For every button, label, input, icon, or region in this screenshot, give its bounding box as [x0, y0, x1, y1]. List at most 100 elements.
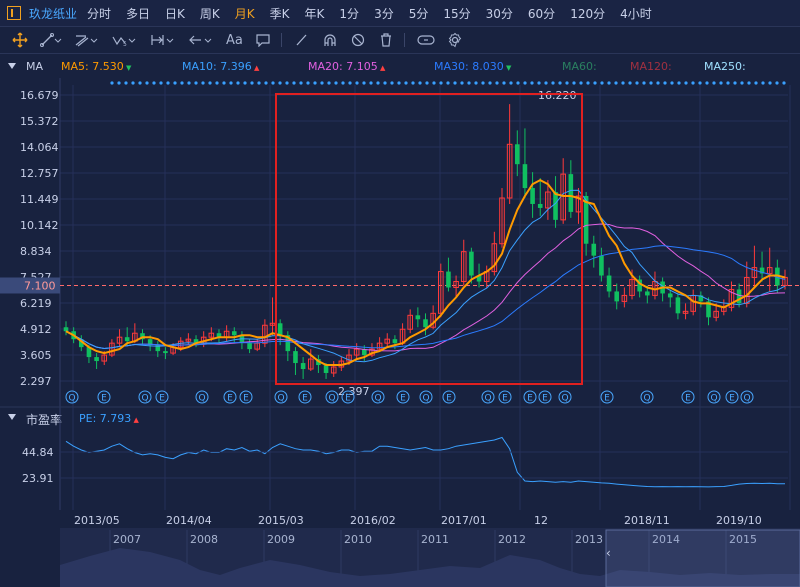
pe-line — [65, 436, 785, 488]
candle-body — [392, 339, 398, 344]
indicator-dot — [306, 81, 310, 85]
indicator-dot — [446, 81, 450, 85]
candle — [216, 329, 222, 344]
indicator-dot — [201, 81, 205, 85]
event-marker[interactable]: Q — [274, 390, 288, 404]
candle-body — [423, 319, 428, 328]
indicator-dot — [313, 81, 317, 85]
event-marker[interactable]: Q — [558, 390, 572, 404]
event-marker[interactable]: Q — [195, 390, 209, 404]
event-marker-label: Q — [484, 394, 491, 404]
indicator-dot — [467, 81, 471, 85]
price-tick-label: 2.297 — [20, 375, 52, 388]
event-marker[interactable]: E — [396, 390, 410, 404]
event-marker[interactable]: Q — [65, 390, 79, 404]
indicator-dot — [565, 81, 569, 85]
indicator-dot — [488, 81, 492, 85]
candle — [446, 257, 451, 292]
indicator-dot — [327, 81, 331, 85]
indicator-dot — [187, 81, 191, 85]
event-marker[interactable]: Q — [419, 390, 433, 404]
indicator-dot — [579, 81, 583, 85]
indicator-dot — [180, 81, 184, 85]
candle — [591, 235, 597, 268]
event-marker[interactable]: Q — [707, 390, 721, 404]
indicator-dot — [607, 81, 611, 85]
event-marker[interactable]: Q — [325, 390, 339, 404]
candle — [682, 303, 689, 320]
event-marker[interactable]: E — [442, 390, 456, 404]
event-marker[interactable]: E — [600, 390, 614, 404]
candle — [706, 297, 711, 326]
event-marker[interactable]: Q — [371, 390, 385, 404]
time-axis-label: 2016/02 — [350, 514, 396, 527]
indicator-dot — [257, 81, 261, 85]
event-marker[interactable]: E — [523, 390, 537, 404]
candle — [239, 331, 245, 350]
indicator-dot — [698, 81, 702, 85]
indicator-dot — [537, 81, 541, 85]
time-axis-label: 2015/03 — [258, 514, 304, 527]
event-marker-label: E — [729, 394, 735, 404]
candle — [300, 357, 306, 379]
kline-chart[interactable]: 16.679 15.372 14.064 12.757 11.449 10.142 8.83… — [0, 0, 800, 587]
indicator-dot — [264, 81, 268, 85]
overview-year-label: 2007 — [113, 533, 141, 546]
candle-body — [667, 293, 673, 298]
event-marker[interactable]: E — [223, 390, 237, 404]
candle — [506, 104, 513, 204]
event-marker[interactable]: E — [498, 390, 512, 404]
candle-body — [645, 291, 650, 296]
indicator-dot — [411, 81, 415, 85]
event-marker-label: Q — [743, 394, 750, 404]
indicator-dot — [173, 81, 177, 85]
indicator-dot — [530, 81, 534, 85]
candle-body — [247, 343, 252, 350]
candle-body — [163, 351, 168, 354]
event-marker-label: Q — [643, 394, 650, 404]
event-marker[interactable]: Q — [481, 390, 495, 404]
indicator-dot — [754, 81, 758, 85]
event-marker[interactable]: Q — [138, 390, 152, 404]
event-marker-label: Q — [374, 394, 381, 404]
indicator-dot — [404, 81, 408, 85]
event-marker-label: Q — [277, 394, 284, 404]
event-marker[interactable]: E — [155, 390, 169, 404]
event-marker[interactable]: E — [239, 390, 253, 404]
indicator-dot — [334, 81, 338, 85]
candle — [621, 287, 628, 308]
time-axis-label: 2019/10 — [716, 514, 762, 527]
indicator-dot — [635, 81, 639, 85]
indicator-dot — [348, 81, 352, 85]
event-marker[interactable]: E — [681, 390, 695, 404]
indicator-dot — [684, 81, 688, 85]
event-marker[interactable]: E — [538, 390, 552, 404]
event-marker[interactable]: E — [97, 390, 111, 404]
event-marker-label: E — [243, 394, 249, 404]
indicator-dot — [516, 81, 520, 85]
indicator-dot — [243, 81, 247, 85]
event-marker[interactable]: E — [298, 390, 312, 404]
indicator-dot — [425, 81, 429, 85]
price-tick-label: 11.449 — [20, 193, 59, 206]
candle — [522, 128, 528, 198]
indicator-dot — [474, 81, 478, 85]
event-marker[interactable]: Q — [740, 390, 754, 404]
candle — [384, 333, 391, 348]
indicator-dot — [614, 81, 618, 85]
indicator-dot — [236, 81, 240, 85]
indicator-dot — [628, 81, 632, 85]
event-marker[interactable]: E — [725, 390, 739, 404]
overview-handle-icon: ‹ — [606, 546, 611, 560]
candle — [231, 327, 237, 344]
event-marker-label: E — [400, 394, 406, 404]
candle — [614, 283, 620, 310]
candle — [376, 337, 383, 352]
indicator-dot — [215, 81, 219, 85]
event-marker[interactable]: Q — [640, 390, 654, 404]
indicator-dot — [726, 81, 730, 85]
indicator-dot — [586, 81, 590, 85]
candle — [223, 325, 230, 342]
price-tick-label: 15.372 — [20, 115, 59, 128]
indicator-dot — [383, 81, 387, 85]
